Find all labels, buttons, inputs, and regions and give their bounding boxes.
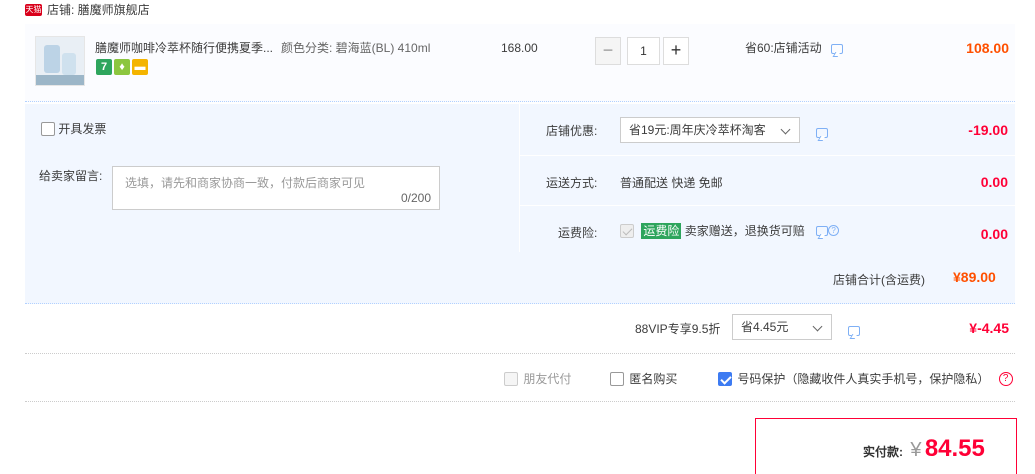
number-protect-checkbox[interactable] — [718, 371, 732, 386]
payment-currency: ¥ — [910, 439, 922, 461]
help-icon[interactable]: ? — [998, 371, 1013, 386]
vip-row: 88VIP专享9.5折 省4.45元 ¥-4.45 — [25, 304, 1015, 354]
invoice-label: 开具发票 — [58, 121, 107, 136]
payment-summary: 实付款: ¥ 84.55 — [755, 418, 1017, 474]
chat-icon[interactable] — [831, 43, 844, 54]
vip-amount: ¥-4.45 — [969, 320, 1009, 336]
product-title[interactable]: 膳魔师咖啡冷萃杯随行便携夏季... — [95, 40, 277, 56]
anonymous-checkbox[interactable] — [610, 371, 624, 386]
item-promo-text: 省60:店铺活动 — [745, 41, 822, 55]
product-thumbnail[interactable] — [35, 36, 85, 86]
friend-pay-checkbox — [504, 371, 518, 386]
number-protect-label: 号码保护（隐藏收件人真实手机号，保护隐私） — [737, 371, 990, 386]
message-counter: 0/200 — [400, 191, 431, 205]
friend-pay-option: 朋友代付 — [504, 370, 571, 387]
message-textarea[interactable]: 选填，请先和商家协商一致，付款后商家可见 0/200 — [112, 166, 440, 210]
seven-day-return-icon[interactable]: 7 — [96, 59, 112, 75]
shield-icon[interactable]: ♦ — [114, 59, 130, 75]
message-placeholder: 选填，请先和商家协商一致，付款后商家可见 — [125, 176, 366, 190]
message-label: 给卖家留言: — [39, 169, 103, 183]
number-protect-option[interactable]: 号码保护（隐藏收件人真实手机号，保护隐私） ? — [718, 370, 1013, 387]
shop-total-label: 店铺合计(含运费) — [833, 273, 925, 287]
item-subtotal: 108.00 — [966, 40, 1009, 56]
shop-name[interactable]: 店铺: 膳魔师旗舰店 — [47, 2, 150, 18]
insurance-amount: 0.00 — [980, 226, 1008, 242]
friend-pay-label: 朋友代付 — [523, 371, 572, 386]
shop-total-value: ¥89.00 — [953, 269, 996, 285]
cart-item-row: 膳魔师咖啡冷萃杯随行便携夏季... 颜色分类: 碧海蓝(BL) 410ml 7 ♦… — [25, 24, 1015, 102]
vip-select-value: 省4.45元 — [741, 320, 789, 334]
shop-discount-row: 店铺优惠: 省19元:周年庆冷萃杯淘客 -19.00 — [520, 104, 1016, 156]
invoice-checkbox[interactable] — [41, 121, 55, 136]
tmall-badge: 天猫 — [25, 4, 42, 16]
shop-discount-select[interactable]: 省19元:周年庆冷萃杯淘客 — [620, 117, 800, 143]
service-icons: 7 ♦ ▬ — [96, 59, 150, 75]
shop-discount-value: 省19元:周年庆冷萃杯淘客 — [629, 123, 766, 137]
shipping-label: 运送方式: — [546, 176, 598, 190]
payment-line: 实付款: ¥ 84.55 — [863, 435, 985, 463]
insurance-label: 运费险: — [558, 226, 598, 240]
extras-row: 朋友代付 匿名购买 号码保护（隐藏收件人真实手机号，保护隐私） ? — [25, 354, 1015, 402]
order-left-panel: 开具发票 给卖家留言: 选填，请先和商家协商一致，付款后商家可见 0/200 — [25, 104, 519, 252]
quantity-minus-button[interactable]: − — [595, 37, 621, 65]
product-sku: 颜色分类: 碧海蓝(BL) 410ml — [281, 41, 431, 55]
insurance-text: 卖家赠送，退换货可赔 — [684, 223, 805, 238]
quantity-input[interactable] — [627, 37, 660, 65]
shipping-value: 普通配送 快递 免邮 — [620, 176, 723, 190]
shop-discount-label: 店铺优惠: — [546, 124, 598, 138]
anonymous-option[interactable]: 匿名购买 — [610, 370, 677, 387]
shop-discount-amount: -19.00 — [968, 122, 1008, 138]
shop-total-row: 店铺合计(含运费) ¥89.00 — [25, 252, 1015, 304]
insurance-badge: 运费险 — [641, 222, 682, 239]
card-icon[interactable]: ▬ — [132, 59, 148, 75]
insurance-checkbox — [620, 223, 634, 238]
order-options: 开具发票 给卖家留言: 选填，请先和商家协商一致，付款后商家可见 0/200 店… — [25, 104, 1016, 304]
payment-amount: 84.55 — [924, 435, 985, 462]
quantity-plus-button[interactable]: + — [663, 37, 689, 65]
unit-price: 168.00 — [501, 41, 538, 55]
vip-select[interactable]: 省4.45元 — [732, 314, 832, 340]
chevron-down-icon — [780, 124, 791, 135]
chevron-down-icon — [812, 321, 823, 332]
insurance-detail: 运费险 卖家赠送，退换货可赔 ? — [620, 222, 840, 239]
chat-icon[interactable] — [848, 325, 860, 336]
help-icon[interactable]: ? — [828, 225, 840, 237]
chat-icon[interactable] — [816, 127, 828, 138]
shipping-row: 运送方式: 普通配送 快递 免邮 0.00 — [520, 156, 1016, 206]
invoice-option[interactable]: 开具发票 — [41, 120, 106, 137]
chat-icon[interactable] — [816, 225, 829, 236]
order-right-panel: 店铺优惠: 省19元:周年庆冷萃杯淘客 -19.00 运送方式: 普通配送 快递… — [519, 104, 1016, 252]
anonymous-label: 匿名购买 — [629, 371, 678, 386]
vip-label: 88VIP专享9.5折 — [635, 322, 721, 336]
item-promo: 省60:店铺活动 — [745, 40, 844, 56]
insurance-row: 运费险: 运费险 卖家赠送，退换货可赔 ? 0.00 — [520, 206, 1016, 252]
payment-label: 实付款: — [863, 445, 903, 459]
shipping-amount: 0.00 — [980, 174, 1008, 190]
